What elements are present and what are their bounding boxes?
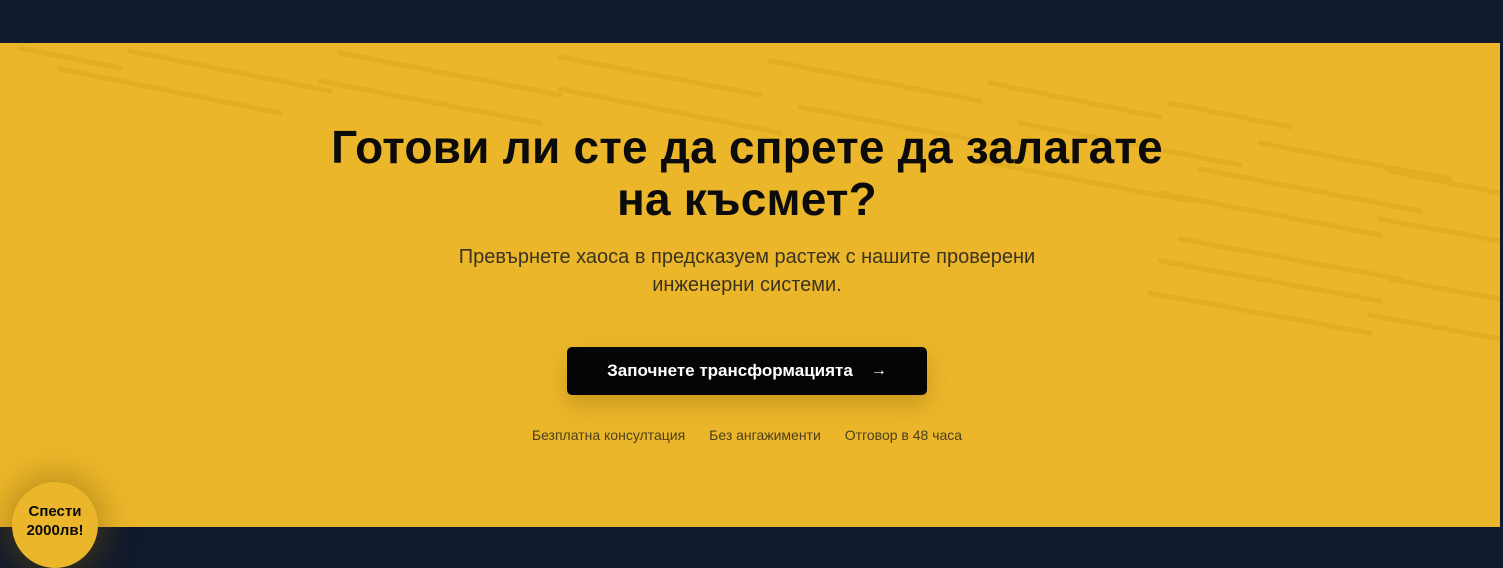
start-transformation-button[interactable]: Започнете трансформацията →: [567, 347, 927, 395]
trust-points: Безплатна консултация Без ангажименти От…: [450, 427, 1044, 443]
savings-badge-line-1: Спести: [28, 503, 82, 520]
bottom-dark-band: [0, 527, 1503, 537]
headline-line-2: на късмет?: [617, 173, 877, 225]
start-transformation-label: Започнете трансформацията: [607, 361, 853, 380]
subhead-line-1: Превърнете хаоса в предсказуем растеж с …: [458, 246, 1036, 268]
cta-headline: Готови ли сте да спрете да залагате на к…: [250, 121, 1244, 225]
savings-badge-line-2: 2000лв!: [26, 522, 84, 539]
cta-section: Готови ли сте да спрете да залагате на к…: [0, 43, 1500, 527]
trust-point-48h-response: Отговор в 48 часа: [844, 427, 963, 443]
trust-point-no-commitment: Без ангажименти: [709, 427, 821, 443]
cta-subheading: Превърнете хаоса в предсказуем растеж с …: [420, 243, 1074, 299]
top-dark-band: [0, 0, 1503, 43]
savings-badge[interactable]: Спести 2000лв!: [12, 482, 98, 568]
arrow-right-icon: →: [870, 362, 887, 379]
headline-line-1: Готови ли сте да спрете да залагате: [331, 121, 1163, 173]
subhead-line-2: инженерни системи.: [652, 274, 842, 296]
trust-point-free-consultation: Безплатна консултация: [531, 427, 686, 443]
